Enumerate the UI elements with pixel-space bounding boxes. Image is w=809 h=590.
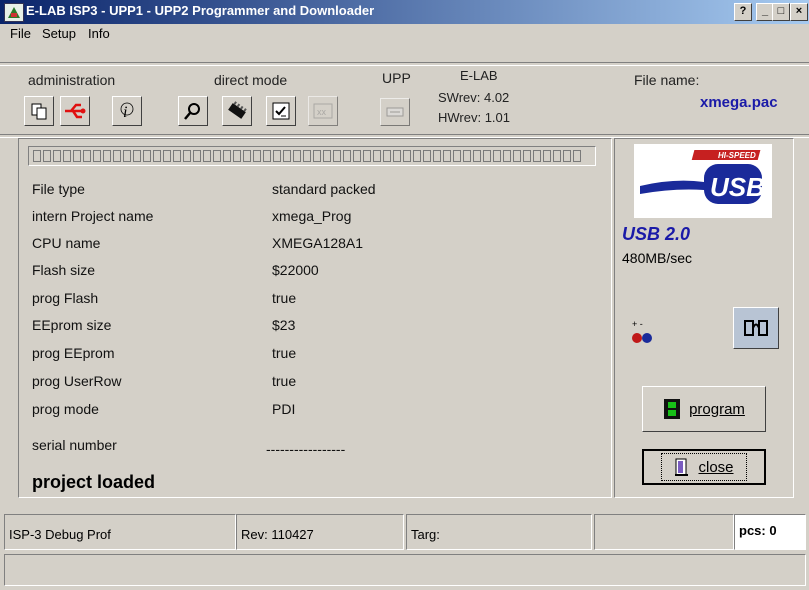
- svg-text:+ -: + -: [632, 319, 643, 329]
- connector-icon: [386, 107, 404, 117]
- copy-icon: [31, 103, 47, 120]
- prog-flash-label: prog Flash: [32, 290, 99, 306]
- menu-setup[interactable]: Setup: [42, 26, 76, 41]
- cpu-name-value: XMEGA128A1: [272, 235, 364, 251]
- close-window-button[interactable]: ×: [790, 3, 808, 21]
- serial-number-value: -----------------: [266, 441, 346, 457]
- close-button-label: close: [698, 458, 734, 476]
- prog-userrow-label: prog UserRow: [32, 373, 122, 389]
- usb-speed: 480MB/sec: [622, 250, 693, 266]
- prog-mode-value: PDI: [272, 401, 296, 417]
- prog-eeprom-value: true: [272, 345, 297, 361]
- plug-connect-icon: [744, 320, 768, 336]
- prog-eeprom-label: prog EEprom: [32, 345, 115, 361]
- file-type-label: File type: [32, 181, 85, 197]
- prog-mode-label: prog mode: [32, 401, 99, 417]
- search-button[interactable]: [178, 96, 208, 126]
- serial-number-label: serial number: [32, 437, 117, 453]
- project-status: project loaded: [32, 472, 156, 492]
- message-bar: [4, 554, 806, 586]
- svg-text:xx: xx: [317, 107, 327, 117]
- file-name-label: File name:: [634, 72, 700, 88]
- info-icon: i: [120, 102, 134, 121]
- progress-bar: [28, 146, 596, 166]
- prog-userrow-value: true: [272, 373, 297, 389]
- elab-label: E-LAB: [460, 68, 498, 83]
- status-device: ISP-3 Debug Prof: [4, 514, 236, 550]
- menu-file[interactable]: File: [10, 26, 31, 41]
- cpu-name-label: CPU name: [32, 235, 101, 251]
- app-icon: [4, 3, 24, 22]
- connect-button[interactable]: [733, 307, 779, 349]
- copy-button[interactable]: [24, 96, 54, 126]
- info-button[interactable]: i: [112, 96, 142, 126]
- svg-text:i: i: [123, 104, 127, 121]
- status-rev: Rev: 110427: [236, 514, 404, 550]
- magnifier-icon: [184, 103, 200, 120]
- checklist-icon: [272, 102, 290, 120]
- xx-icon: xx: [313, 103, 333, 119]
- close-button[interactable]: close: [642, 449, 766, 485]
- program-button-label: program: [689, 400, 745, 418]
- door-icon: [675, 458, 689, 476]
- menu-bar: File Setup Info: [0, 24, 809, 44]
- chip-button[interactable]: [222, 96, 252, 126]
- status-empty: [594, 514, 734, 550]
- swrev-text: SWrev: 4.02: [438, 90, 510, 105]
- help-button[interactable]: ?: [734, 3, 752, 21]
- file-name-value: xmega.pac: [700, 94, 778, 111]
- flash-size-label: Flash size: [32, 262, 96, 278]
- program-icon: [664, 399, 681, 419]
- upp-button[interactable]: [380, 98, 410, 126]
- usb-button[interactable]: [60, 96, 90, 126]
- upp-label: UPP: [382, 70, 411, 86]
- usb-plug-icon: [65, 103, 86, 119]
- menu-separator: [0, 62, 809, 66]
- eeprom-size-value: $23: [272, 317, 296, 333]
- administration-label: administration: [28, 72, 116, 88]
- direct-mode-label: direct mode: [214, 72, 288, 88]
- window-title: E-LAB ISP3 - UPP1 - UPP2 Programmer and …: [26, 3, 375, 18]
- flash-size-value: $22000: [272, 262, 319, 278]
- eeprom-size-label: EEprom size: [32, 317, 112, 333]
- status-pcs: pcs: 0: [734, 514, 806, 550]
- usb-logo-text: USB: [710, 172, 765, 202]
- hwrev-text: HWrev: 1.01: [438, 110, 511, 125]
- usb-logo: HI-SPEED USB: [634, 144, 772, 218]
- project-name-label: intern Project name: [32, 208, 154, 224]
- program-button[interactable]: program: [642, 386, 766, 432]
- project-name-value: xmega_Prog: [272, 208, 352, 224]
- file-type-value: standard packed: [272, 181, 376, 197]
- chip-icon: [228, 101, 247, 119]
- usb-logo-icon: HI-SPEED USB: [640, 150, 765, 204]
- usb-logo-hispeed-text: HI-SPEED: [718, 151, 756, 160]
- usb-version: USB 2.0: [622, 224, 691, 244]
- status-targ: Targ:: [406, 514, 592, 550]
- voltage-indicator-icon: + -: [630, 318, 654, 351]
- maximize-button[interactable]: □: [772, 3, 790, 21]
- prog-flash-value: true: [272, 290, 297, 306]
- menu-info[interactable]: Info: [88, 26, 110, 41]
- disabled-xx-button[interactable]: xx: [308, 96, 338, 126]
- checklist-button[interactable]: [266, 96, 296, 126]
